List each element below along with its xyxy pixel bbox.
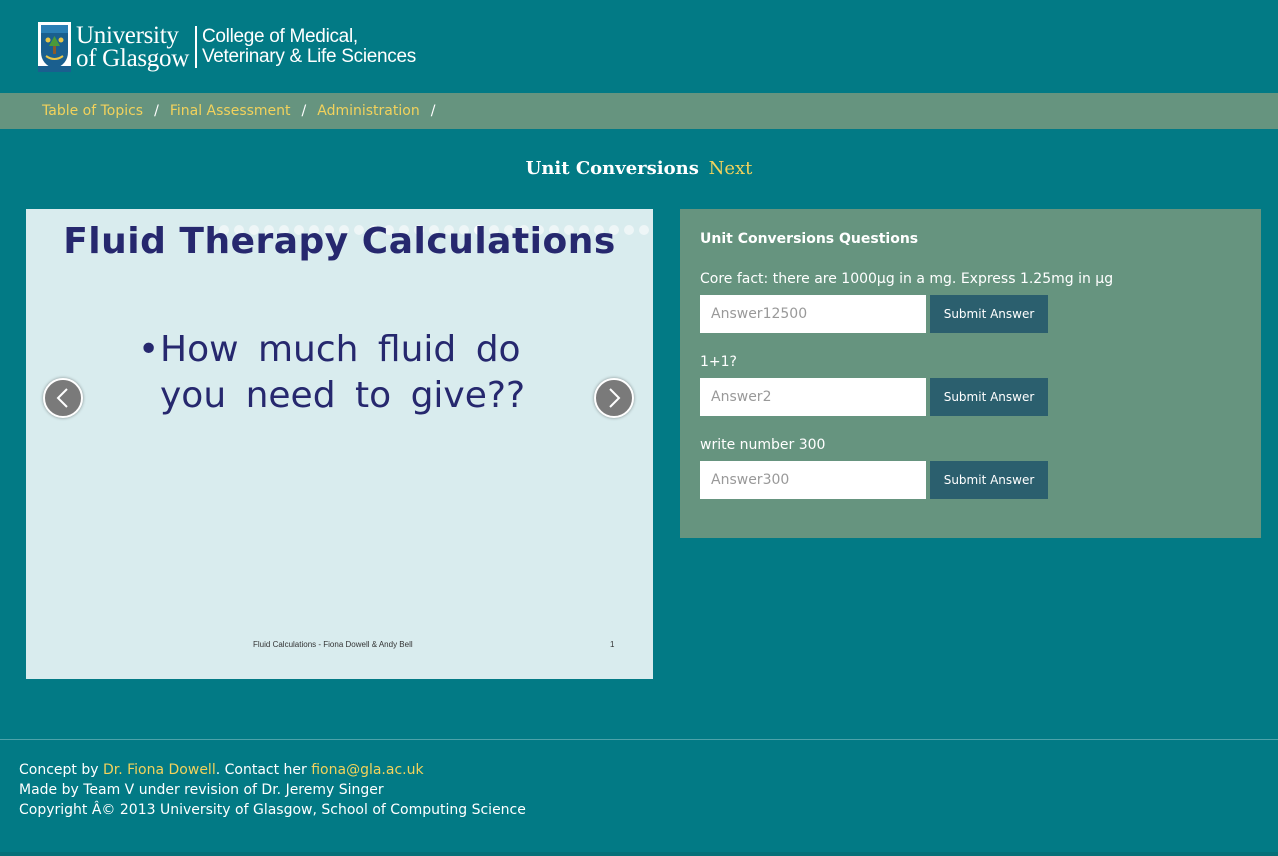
slide-footer: Fluid Calculations - Fiona Dowell & Andy… [253,640,413,649]
contact-email-link[interactable]: fiona@gla.ac.uk [311,762,423,778]
footer-copyright: Copyright Â© 2013 University of Glasgow,… [19,802,526,818]
question-label: 1+1? [700,354,737,370]
college-name: College of Medical, Veterinary & Life Sc… [202,27,416,67]
answer-row: Submit Answer [700,295,1113,333]
submit-answer-button-1[interactable]: Submit Answer [930,295,1048,333]
slide-bullet-text: How much fluid do you need to give?? [160,329,526,416]
answer-input-2[interactable] [700,378,926,416]
breadcrumb-separator: / [430,103,436,119]
submit-answer-button-3[interactable]: Submit Answer [930,461,1048,499]
breadcrumb-separator: / [154,103,159,119]
college-name-line1: College of Medical, [201,26,358,47]
logo-divider [194,26,197,68]
bullet-marker: • [138,329,160,370]
breadcrumb-final-assessment[interactable]: Final Assessment [170,103,291,119]
answer-row: Submit Answer [700,461,1048,499]
next-link[interactable]: Next [709,158,753,179]
question-block: write number 300 Submit Answer [700,435,1048,499]
university-crest-icon [38,22,71,72]
university-name-line2: of Glasgow [76,45,189,72]
answer-input-3[interactable] [700,461,926,499]
footer-made-by: Made by Team V under revision of Dr. Jer… [19,782,384,798]
question-block: 1+1? Submit Answer [700,352,1048,416]
questions-heading: Unit Conversions Questions [700,231,919,247]
carousel-next-button[interactable] [594,378,634,418]
answer-row: Submit Answer [700,378,1048,416]
page-title-row: Unit Conversions Next [0,157,1278,181]
breadcrumb-separator: / [301,103,307,119]
slide-number: 1 [610,640,615,649]
university-logo[interactable]: University of Glasgow College of Medical… [38,20,416,74]
carousel-prev-button[interactable] [43,378,83,418]
slide-bullet: • How much fluid do you need to give?? [138,327,558,419]
question-block: Core fact: there are 1000µg in a mg. Exp… [700,269,1113,333]
bottom-strip [0,852,1278,856]
concept-author-link[interactable]: Dr. Fiona Dowell [103,762,216,778]
breadcrumb: Table of Topics / Final Assessment / Adm… [0,93,1278,129]
university-name: University of Glasgow [76,22,189,72]
site-footer: Concept by Dr. Fiona Dowell. Contact her… [0,739,1278,856]
chevron-right-icon [609,388,621,408]
slide-carousel: Fluid Therapy Calculations • How much fl… [26,209,653,679]
chevron-left-icon [56,388,68,408]
footer-contact-prefix: . Contact her [215,762,312,778]
site-header: University of Glasgow College of Medical… [0,0,1278,93]
slide-title: Fluid Therapy Calculations [63,221,616,262]
questions-panel: Unit Conversions Questions Core fact: th… [680,209,1261,538]
university-name-line1: University [76,22,179,49]
footer-concept-line: Concept by Dr. Fiona Dowell. Contact her… [19,760,1278,780]
footer-concept-prefix: Concept by [19,762,103,778]
page-title: Unit Conversions [525,158,699,179]
submit-answer-button-2[interactable]: Submit Answer [930,378,1048,416]
college-name-line2: Veterinary & Life Sciences [201,46,416,67]
question-label: Core fact: there are 1000µg in a mg. Exp… [700,271,1114,287]
answer-input-1[interactable] [700,295,926,333]
breadcrumb-administration[interactable]: Administration [317,103,419,119]
question-label: write number 300 [700,437,826,453]
breadcrumb-table-of-topics[interactable]: Table of Topics [42,103,143,119]
